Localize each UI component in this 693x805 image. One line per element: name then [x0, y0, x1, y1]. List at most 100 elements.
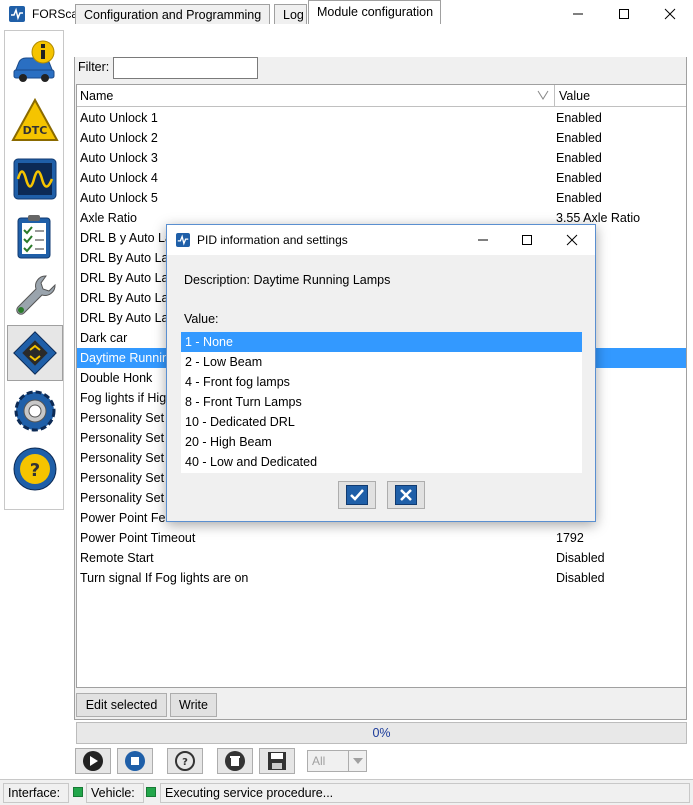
chevron-down-icon [352, 758, 363, 764]
table-row[interactable]: Auto Unlock 4 Enabled [77, 168, 686, 188]
row-name: Daytime Runnin [80, 351, 169, 365]
stop-button[interactable] [117, 748, 153, 774]
status-vehicle: Vehicle: [86, 783, 144, 803]
combo-arrow[interactable] [348, 751, 366, 771]
dialog-value-label: Value: [184, 312, 219, 326]
list-item[interactable]: 20 - High Beam [181, 432, 582, 452]
row-name: DRL B y Auto La [80, 231, 172, 245]
sidebar-item-dtc[interactable]: DTC [7, 93, 63, 149]
filter-combo[interactable]: All [307, 750, 367, 772]
value-listbox[interactable]: 1 - None 2 - Low Beam 4 - Front fog lamps 8… [181, 332, 582, 473]
help-wheel-icon: ? [13, 447, 57, 491]
sidebar-item-oscilloscope[interactable] [7, 151, 63, 207]
table-row[interactable]: Turn signal If Fog lights are on Disabled [77, 568, 686, 588]
interface-label: Interface: [8, 786, 61, 800]
clear-button[interactable] [217, 748, 253, 774]
minimize-icon [478, 239, 488, 241]
sort-icon [537, 90, 549, 100]
list-item[interactable]: 2 - Low Beam [181, 352, 582, 372]
dialog-minimize-button[interactable] [461, 226, 505, 254]
row-value: Disabled [556, 551, 605, 565]
play-button[interactable] [75, 748, 111, 774]
dtc-icon: DTC [11, 97, 59, 141]
row-name: Double Honk [80, 371, 153, 385]
sidebar-item-service[interactable] [7, 267, 63, 323]
tab-module-configuration[interactable]: Module configuration [308, 0, 441, 24]
dialog-description: Description: Daytime Running Lamps [184, 273, 391, 287]
gear-icon [14, 390, 56, 432]
row-name: Fog lights if Hig [80, 391, 167, 405]
vehicle-label: Vehicle: [91, 786, 135, 800]
chip-icon [13, 331, 57, 375]
interface-led-icon [73, 787, 83, 797]
table-row[interactable]: Auto Unlock 5 Enabled [77, 188, 686, 208]
help-button[interactable]: ? [167, 748, 203, 774]
row-name: Personality Set [80, 431, 165, 445]
vehicle-led-icon [146, 787, 156, 797]
list-item[interactable]: 8 - Front Turn Lamps [181, 392, 582, 412]
status-interface: Interface: [3, 783, 69, 803]
table-row[interactable]: Auto Unlock 3 Enabled [77, 148, 686, 168]
car-info-icon [13, 40, 55, 82]
play-icon [83, 751, 103, 771]
sidebar-item-vehicle-info[interactable] [7, 35, 63, 91]
minimize-icon [573, 13, 583, 15]
tab-configuration-programming[interactable]: Configuration and Programming [75, 4, 270, 24]
list-item[interactable]: 1 - None [181, 332, 582, 352]
maximize-button[interactable] [601, 0, 647, 28]
row-name: Turn signal If Fog lights are on [80, 571, 249, 585]
maximize-icon [619, 9, 629, 19]
app-icon [9, 6, 25, 22]
maximize-icon [522, 235, 532, 245]
list-item[interactable]: 40 - Low and Dedicated [181, 452, 582, 472]
svg-text:DTC: DTC [23, 124, 48, 137]
list-item[interactable]: 4 - Front fog lamps [181, 372, 582, 392]
list-item[interactable]: 10 - Dedicated DRL [181, 412, 582, 432]
row-name: Power Point Fe [80, 511, 166, 525]
edit-selected-button[interactable]: Edit selected [76, 693, 167, 717]
row-value: Enabled [556, 171, 602, 185]
row-name: Auto Unlock 3 [80, 151, 158, 165]
table-row[interactable]: Power Point Timeout 1792 [77, 528, 686, 548]
svg-text:?: ? [30, 460, 40, 481]
row-name: Personality Set [80, 491, 165, 505]
row-value: 1792 [556, 531, 584, 545]
dialog-maximize-button[interactable] [505, 226, 549, 254]
sidebar-item-checklist[interactable] [7, 209, 63, 265]
sidebar-item-settings[interactable] [7, 383, 63, 439]
table-row[interactable]: Auto Unlock 2 Enabled [77, 128, 686, 148]
wrench-icon [16, 275, 56, 315]
minimize-button[interactable] [555, 0, 601, 28]
row-name: Auto Unlock 5 [80, 191, 158, 205]
status-message: Executing service procedure... [160, 783, 690, 803]
dialog-close-button[interactable] [550, 226, 594, 254]
write-button[interactable]: Write [170, 693, 217, 717]
sidebar: DTC ? [4, 30, 64, 510]
sidebar-item-module-config[interactable] [7, 325, 63, 381]
row-value: Enabled [556, 131, 602, 145]
row-name: DRL By Auto La [80, 271, 169, 285]
tab-log[interactable]: Log [274, 4, 307, 24]
svg-text:?: ? [182, 757, 188, 768]
table-row[interactable]: Remote Start Disabled [77, 548, 686, 568]
cancel-x-icon [395, 485, 417, 505]
checklist-icon [17, 215, 51, 259]
progress-text: 0% [372, 726, 391, 740]
close-icon [566, 234, 578, 246]
status-message-text: Executing service procedure... [165, 786, 334, 800]
row-name: Personality Set [80, 471, 165, 485]
dialog-ok-button[interactable] [338, 481, 376, 509]
column-header-name[interactable]: Name [80, 89, 113, 103]
table-row[interactable]: Auto Unlock 1 Enabled [77, 108, 686, 128]
pid-dialog: PID information and settings Description… [166, 224, 596, 522]
oscilloscope-icon [13, 158, 57, 200]
close-button[interactable] [647, 0, 693, 28]
dialog-cancel-button[interactable] [387, 481, 425, 509]
filter-label: Filter: [78, 60, 110, 74]
column-header-value[interactable]: Value [559, 89, 590, 103]
save-button[interactable] [259, 748, 295, 774]
sidebar-item-help[interactable]: ? [7, 441, 63, 497]
column-separator[interactable] [554, 85, 555, 107]
row-value: Enabled [556, 151, 602, 165]
filter-input[interactable] [113, 57, 258, 79]
